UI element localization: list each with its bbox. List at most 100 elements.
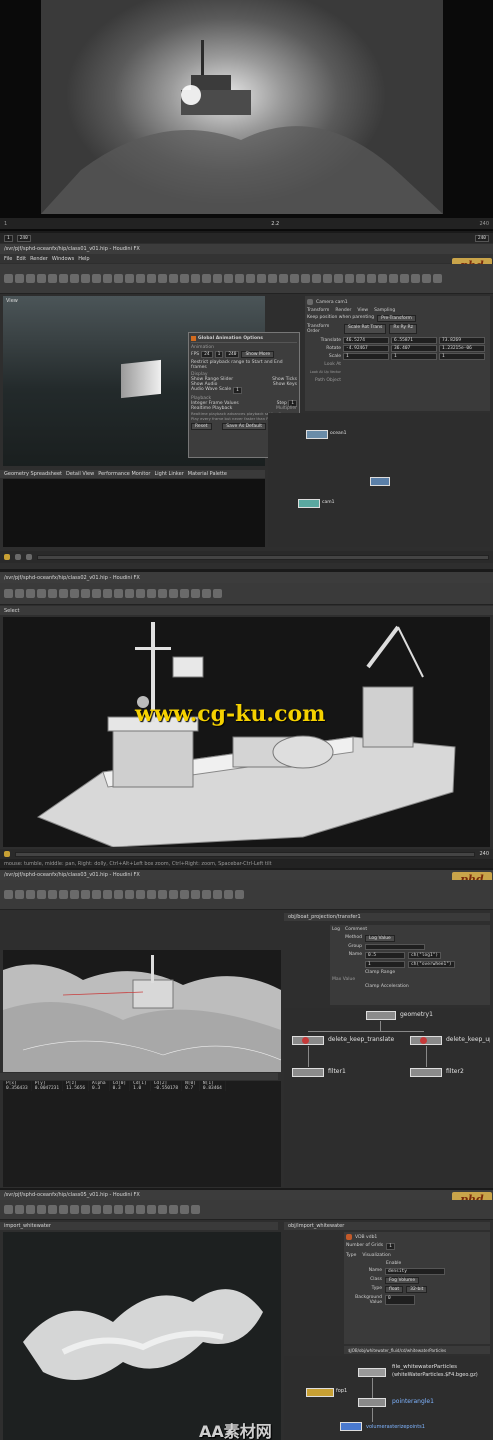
shelf-tool-icon[interactable] [158, 890, 167, 899]
shelf-tool-icon[interactable] [224, 274, 233, 283]
render-timeline[interactable]: 1 2.2 240 [0, 218, 493, 229]
pointer-node[interactable] [358, 1398, 386, 1407]
network-editor[interactable]: ocean1 cam1 [268, 413, 490, 547]
shelf-tool-icon[interactable] [158, 274, 167, 283]
shelf-tool-icon[interactable] [312, 274, 321, 283]
shelf-tool-icon[interactable] [180, 890, 189, 899]
tab-view[interactable]: View [357, 308, 368, 313]
shelf-tool-icon[interactable] [48, 589, 57, 598]
shelf-tool-icon[interactable] [400, 274, 409, 283]
shelf-tool-icon[interactable] [37, 890, 46, 899]
left-node[interactable] [306, 1388, 334, 1397]
shelf-tool-icon[interactable] [114, 274, 123, 283]
shelf-tool-icon[interactable] [180, 589, 189, 598]
tab-geometry-spreadsheet[interactable]: Geometry Spreadsheet [4, 471, 62, 477]
grids-field[interactable]: 1 [386, 1243, 395, 1250]
scale-x[interactable]: 1 [343, 352, 389, 360]
shelf-tool-icon[interactable] [37, 274, 46, 283]
shelf-tool-icon[interactable] [48, 1205, 57, 1214]
timeline-track[interactable] [15, 851, 476, 857]
tab-transform[interactable]: Transform [307, 308, 329, 313]
translate-z[interactable]: 73.8269 [439, 336, 485, 344]
shelf-tool-icon[interactable] [147, 890, 156, 899]
end-field[interactable]: 240 [225, 351, 240, 358]
shelf-tool-icon[interactable] [411, 274, 420, 283]
shelf-tool-icon[interactable] [114, 1205, 123, 1214]
shelf-tool-icon[interactable] [103, 274, 112, 283]
save-default-button[interactable]: Save As Default [222, 423, 267, 430]
boat-viewport[interactable]: www.cg-ku.com [3, 617, 490, 847]
shelf-tool-icon[interactable] [169, 1205, 178, 1214]
shelf-tool-icon[interactable] [191, 274, 200, 283]
type-menu[interactable]: float [385, 1286, 404, 1293]
terrain-viewport[interactable] [3, 950, 281, 1072]
shelf-tool-icon[interactable] [125, 890, 134, 899]
scale-y[interactable]: 1 [391, 352, 437, 360]
shelf-tool-icon[interactable] [125, 589, 134, 598]
rotate-y[interactable]: 36.407 [391, 344, 437, 352]
shelf-tool-icon[interactable] [70, 890, 79, 899]
shelf-tool-icon[interactable] [279, 274, 288, 283]
shelf-tool-icon[interactable] [422, 274, 431, 283]
shelf-tool-icon[interactable] [59, 274, 68, 283]
shelf-tool-icon[interactable] [59, 1205, 68, 1214]
menu-windows[interactable]: Windows [52, 256, 74, 262]
shelf-tool-icon[interactable] [169, 589, 178, 598]
playbar[interactable]: 240 [0, 849, 493, 859]
shelf-tool-icon[interactable] [114, 890, 123, 899]
log-value-field[interactable]: 0.5 [365, 952, 405, 959]
tab-visualization[interactable]: Visualization [362, 1253, 390, 1258]
scale-z[interactable]: 1 [439, 352, 485, 360]
shelf-tool-icon[interactable] [26, 274, 35, 283]
timeline-track[interactable] [37, 554, 489, 560]
network-editor[interactable]: file_whitewaterParticles (whiteWaterPart… [284, 1356, 490, 1440]
menu-render[interactable]: Render [30, 256, 48, 262]
shelf-tool-icon[interactable] [15, 589, 24, 598]
shelf-tool-icon[interactable] [191, 1205, 200, 1214]
tab-light-linker[interactable]: Light Linker [154, 471, 183, 477]
shelf-tool-icon[interactable] [4, 274, 13, 283]
shelf-tool-icon[interactable] [169, 890, 178, 899]
ocean-node[interactable] [306, 430, 328, 439]
fps-field[interactable]: 24 [201, 351, 213, 358]
shelf-tool-icon[interactable] [433, 274, 442, 283]
shelf-tool-icon[interactable] [59, 589, 68, 598]
tab-log[interactable]: Log [332, 927, 340, 932]
shelf-tool-icon[interactable] [191, 890, 200, 899]
keep-pos-menu[interactable]: Pre-Transform [377, 315, 416, 322]
blue-node[interactable] [370, 477, 390, 486]
shelf-tool-icon[interactable] [147, 589, 156, 598]
shelf-tool-icon[interactable] [345, 274, 354, 283]
shelf-tool-icon[interactable] [334, 274, 343, 283]
shelf-tool-icon[interactable] [4, 1205, 13, 1214]
shelf-tool-icon[interactable] [202, 890, 211, 899]
shelf-tool-icon[interactable] [136, 890, 145, 899]
group-field[interactable] [365, 944, 425, 950]
rotate-x[interactable]: -4.92467 [343, 344, 389, 352]
shelf-tool-icon[interactable] [4, 589, 13, 598]
shelf-tool-icon[interactable] [235, 890, 244, 899]
shelf-tool-icon[interactable] [26, 890, 35, 899]
tab-detail-view[interactable]: Detail View [66, 471, 94, 477]
shelf-tool-icon[interactable] [15, 1205, 24, 1214]
clamp-range-checkbox[interactable]: Clamp Range [332, 970, 488, 975]
restrict-checkbox[interactable]: Restrict playback range to Start and End… [191, 360, 297, 370]
shelf-tool-icon[interactable] [81, 890, 90, 899]
shelf-tool-icon[interactable] [367, 274, 376, 283]
geometry-node[interactable] [366, 1011, 396, 1020]
method-menu[interactable]: Log Value [365, 935, 395, 942]
shelf-tool-icon[interactable] [301, 274, 310, 283]
play-icon[interactable] [4, 851, 10, 857]
volume-node[interactable] [340, 1422, 362, 1431]
shelf-tool-icon[interactable] [323, 274, 332, 283]
start-field[interactable]: 1 [214, 351, 224, 358]
shelf-tool-icon[interactable] [136, 274, 145, 283]
audio-scale-field[interactable]: 1 [233, 387, 242, 394]
end-frame-field[interactable]: 240 [16, 234, 31, 242]
shelf-tool-icon[interactable] [4, 890, 13, 899]
shelf-tool-icon[interactable] [202, 589, 211, 598]
shelf-tool-icon[interactable] [246, 274, 255, 283]
shelf-tool-icon[interactable] [356, 274, 365, 283]
shelf-tool-icon[interactable] [59, 890, 68, 899]
shelf-tool-icon[interactable] [26, 589, 35, 598]
